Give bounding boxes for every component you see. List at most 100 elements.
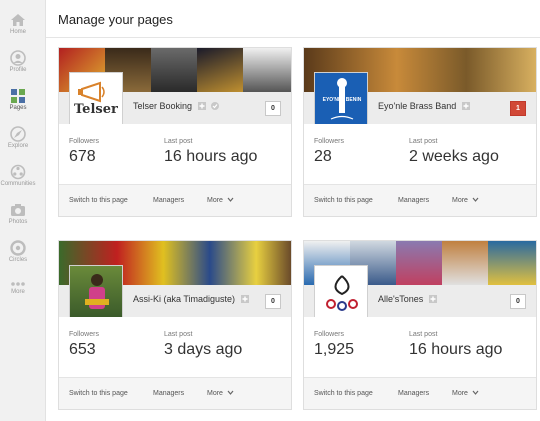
page-name[interactable]: Eyo'nle Brass Band [378,101,456,111]
switch-to-page-link[interactable]: Switch to this page [69,390,128,397]
page-avatar[interactable] [69,265,123,319]
chevron-down-icon [227,390,234,395]
more-label: More [452,197,468,204]
followers-label: Followers [314,331,344,338]
page-card-telser-booking: Telser Telser Booking 0 Followers 678 La… [58,47,292,217]
add-page-icon[interactable] [240,295,249,303]
page-avatar[interactable] [314,265,368,319]
last-post-value: 2 weeks ago [409,148,499,165]
page-avatar[interactable]: EYO'NLE BENIN [314,72,368,126]
nav-label-communities: Communities [0,181,36,187]
followers-count: 653 [69,341,96,358]
last-post-label: Last post [409,331,438,338]
profile-icon [10,50,26,66]
page-actions: Switch to this page Managers More [304,184,536,216]
page-actions: Switch to this page Managers More [304,377,536,409]
page-name-row[interactable]: Eyo'nle Brass Band [378,101,470,111]
circles-icon [10,240,26,256]
more-menu-button[interactable]: More [452,197,479,204]
nav-item-explore[interactable]: Explore [0,126,36,149]
page-card-allestones: Alle'sTones 0 Followers 1,925 Last post … [303,240,537,410]
page-stats: Followers 1,925 Last post 16 hours ago [304,317,536,377]
switch-to-page-link[interactable]: Switch to this page [69,197,128,204]
title-divider [46,37,540,38]
page-actions: Switch to this page Managers More [59,184,291,216]
page-name[interactable]: Telser Booking [133,101,192,111]
more-label: More [207,390,223,397]
last-post-value: 16 hours ago [164,148,258,165]
last-post-value: 3 days ago [164,341,243,358]
page-avatar[interactable]: Telser [69,72,123,126]
pages-icon [11,89,25,103]
page-stats: Followers 678 Last post 16 hours ago [59,124,291,184]
chevron-down-icon [227,197,234,202]
nav-item-pages[interactable]: Pages [0,88,36,111]
more-label: More [207,197,223,204]
followers-label: Followers [314,138,344,145]
add-page-icon[interactable] [197,102,206,110]
switch-to-page-link[interactable]: Switch to this page [314,390,373,397]
more-icon [11,282,25,286]
last-post-value: 16 hours ago [409,341,503,358]
nav-item-circles[interactable]: Circles [0,240,36,263]
nav-item-profile[interactable]: Profile [0,50,36,73]
notification-count[interactable]: 0 [510,294,526,309]
page-name-row[interactable]: Alle'sTones [378,294,437,304]
add-page-icon[interactable] [461,102,470,110]
nav-label-profile: Profile [9,67,27,73]
page-actions: Switch to this page Managers More [59,377,291,409]
nav-item-more[interactable]: More [0,280,36,295]
chevron-down-icon [472,197,479,202]
add-page-icon[interactable] [428,295,437,303]
explore-icon [10,126,26,142]
nav-label-more: More [11,289,25,295]
musician-photo-icon [85,274,109,309]
chevron-down-icon [472,390,479,395]
managers-link[interactable]: Managers [398,390,429,397]
page-name-row[interactable]: Telser Booking [133,101,220,111]
managers-link[interactable]: Managers [398,197,429,204]
nav-label-pages: Pages [9,105,27,111]
page-name[interactable]: Alle'sTones [378,294,423,304]
page-title: Manage your pages [58,12,173,27]
nav-label-photos: Photos [8,219,28,225]
page-stats: Followers 28 Last post 2 weeks ago [304,124,536,184]
followers-count: 28 [314,148,332,165]
home-icon [11,14,25,26]
followers-label: Followers [69,138,99,145]
more-menu-button[interactable]: More [207,390,234,397]
followers-count: 1,925 [314,341,355,358]
followers-count: 678 [69,148,96,165]
main-panel: Manage your pages Telser Telser Booking [46,0,540,421]
last-post-label: Last post [409,138,438,145]
page-name[interactable]: Assi-Ki (aka Timadiguste) [133,294,235,304]
managers-link[interactable]: Managers [153,390,184,397]
avatar-logo-text: EYO'NLE BENIN [322,97,362,103]
managers-link[interactable]: Managers [153,197,184,204]
notification-count[interactable]: 0 [265,101,281,116]
nav-item-communities[interactable]: Communities [0,164,36,187]
last-post-label: Last post [164,138,193,145]
page-name-row[interactable]: Assi-Ki (aka Timadiguste) [133,294,249,304]
notification-count[interactable]: 1 [510,101,526,116]
allestones-logo-icon [315,266,367,318]
notification-count[interactable]: 0 [265,294,281,309]
switch-to-page-link[interactable]: Switch to this page [314,197,373,204]
communities-icon [10,164,26,180]
verified-check-icon [211,102,220,110]
more-label: More [452,390,468,397]
nav-item-home[interactable]: Home [0,12,36,35]
megaphone-logo-icon [70,73,122,125]
page-stats: Followers 653 Last post 3 days ago [59,317,291,377]
nav-label-explore: Explore [7,143,29,149]
last-post-label: Last post [164,331,193,338]
more-menu-button[interactable]: More [207,197,234,204]
page-card-assi-ki: Assi-Ki (aka Timadiguste) 0 Followers 65… [58,240,292,410]
more-menu-button[interactable]: More [452,390,479,397]
nav-label-home: Home [9,29,26,35]
nav-item-photos[interactable]: Photos [0,202,36,225]
left-nav: Home Profile Pages Explore Communities P… [0,0,46,421]
photos-icon [11,204,25,216]
page-card-eyonle-brass-band: EYO'NLE BENIN Eyo'nle Brass Band 1 Follo… [303,47,537,217]
avatar-logo-text: Telser [74,102,118,117]
